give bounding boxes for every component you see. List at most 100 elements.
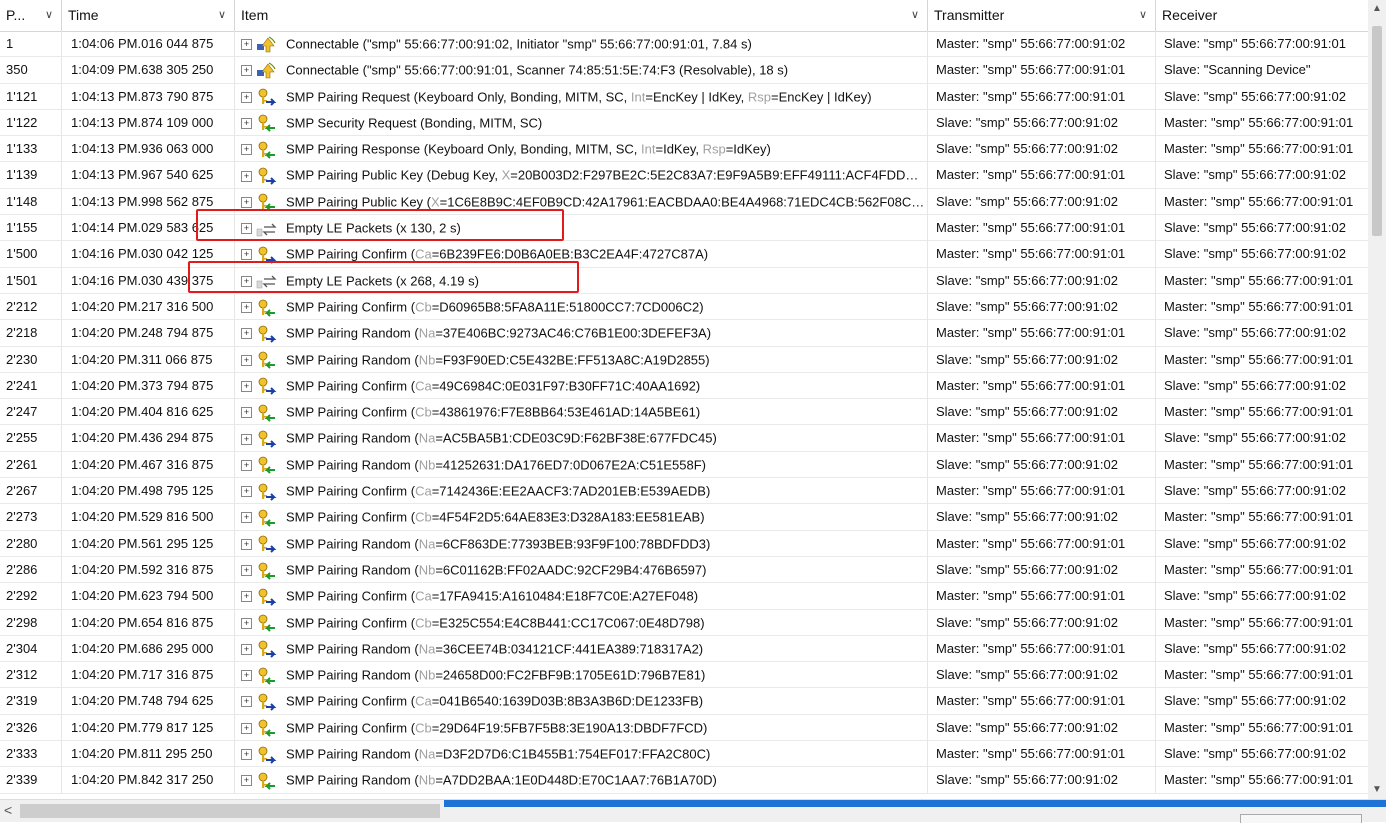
table-row[interactable]: 2'304 1:04:20 PM.686 295 000 + SMP Pairing … [0, 635, 1368, 663]
item-field-label: Nb [418, 457, 436, 473]
expand-icon[interactable]: + [241, 354, 252, 366]
table-row[interactable]: 2'339 1:04:20 PM.842 317 250 + SMP Pairing … [0, 767, 1368, 794]
connect-icon [256, 62, 278, 80]
expand-icon[interactable]: + [241, 459, 252, 471]
status-button[interactable] [1240, 814, 1362, 823]
key-green-icon [256, 114, 278, 133]
item-text-segment: =AC5BA5B1:CDE03C9D:F62BF38E:677FDC45) [435, 431, 717, 447]
expand-icon[interactable]: + [241, 196, 252, 208]
expand-icon[interactable]: + [241, 407, 252, 419]
expand-icon[interactable]: + [241, 643, 252, 655]
item-cell: + SMP Pairing Random (Nb=6C01162B:FF02AAD… [235, 556, 928, 583]
column-header-transmitter[interactable]: Transmitter ∨ [928, 0, 1156, 31]
expand-icon[interactable]: + [241, 512, 252, 524]
column-header-item[interactable]: Item ∨ [235, 0, 928, 31]
transmitter-cell: Master: "smp" 55:66:77:00:91:01 [928, 83, 1156, 110]
expand-icon[interactable]: + [241, 302, 252, 314]
item-cell: + SMP Pairing Request (Keyboard Only, Bon… [235, 83, 928, 110]
expand-icon[interactable]: + [241, 380, 252, 392]
vertical-scroll-thumb[interactable] [1372, 26, 1382, 236]
expand-icon[interactable]: + [241, 144, 252, 156]
expand-icon[interactable]: + [241, 275, 252, 287]
expand-icon[interactable]: + [241, 65, 252, 77]
chevron-down-icon[interactable]: ∨ [911, 0, 919, 31]
table-row[interactable]: 1'501 1:04:16 PM.030 439 375 + Empty LE Pac… [0, 267, 1368, 294]
table-row[interactable]: 2'247 1:04:20 PM.404 816 625 + SMP Pairing … [0, 399, 1368, 426]
item-cell: + SMP Pairing Confirm (Ca=17FA9415:A16104… [235, 583, 928, 610]
chevron-down-icon[interactable]: ∨ [45, 0, 53, 31]
table-row[interactable]: 1'148 1:04:13 PM.998 562 875 + SMP Pairing … [0, 188, 1368, 216]
expand-icon[interactable]: + [241, 433, 252, 445]
time-cell: 1:04:13 PM.998 562 875 [62, 188, 235, 215]
item-text-segment: =29D64F19:5FB7F5B8:3E190A13:DBDF7FCD) [431, 720, 708, 736]
expand-icon[interactable]: + [241, 117, 252, 129]
table-row[interactable]: 1'139 1:04:13 PM.967 540 625 + SMP Pairing … [0, 162, 1368, 189]
table-row[interactable]: 2'298 1:04:20 PM.654 816 875 + SMP Pairing … [0, 609, 1368, 636]
item-text: Empty LE Packets (x 268, 4.19 s) [286, 273, 479, 288]
transmitter-cell: Master: "smp" 55:66:77:00:91:01 [928, 425, 1156, 452]
transmitter-cell: Master: "smp" 55:66:77:00:91:01 [928, 583, 1156, 610]
table-row[interactable]: 2'319 1:04:20 PM.748 794 625 + SMP Pairing … [0, 688, 1368, 715]
table-row[interactable]: 2'312 1:04:20 PM.717 316 875 + SMP Pairing … [0, 662, 1368, 689]
item-text-segment: Connectable ("smp" 55:66:77:00:91:02, In… [286, 36, 752, 52]
horizontal-scroll-thumb[interactable] [20, 804, 440, 818]
table-row[interactable]: 1'122 1:04:13 PM.874 109 000 + SMP Security… [0, 109, 1368, 137]
table-row[interactable]: 2'286 1:04:20 PM.592 316 875 + SMP Pairing … [0, 556, 1368, 584]
item-text: SMP Pairing Random (Nb=6C01162B:FF02AADC… [286, 563, 706, 578]
expand-icon[interactable]: + [241, 328, 252, 340]
item-field-label: Nb [418, 352, 436, 368]
scroll-left-icon[interactable]: < [4, 802, 12, 818]
horizontal-scrollbar[interactable]: < [0, 799, 1386, 823]
expand-icon[interactable]: + [241, 565, 252, 576]
vertical-scrollbar[interactable]: ▲ ▼ [1368, 0, 1386, 799]
expand-icon[interactable]: + [241, 722, 252, 734]
expand-icon[interactable]: + [241, 617, 252, 629]
expand-icon[interactable]: + [241, 170, 252, 182]
column-header-packet[interactable]: P... ∨ [0, 0, 62, 31]
time-cell: 1:04:20 PM.748 794 625 [62, 688, 235, 715]
table-row[interactable]: 2'255 1:04:20 PM.436 294 875 + SMP Pairing … [0, 425, 1368, 452]
expand-icon[interactable]: + [241, 249, 252, 261]
expand-icon[interactable]: + [241, 39, 252, 51]
column-header-time[interactable]: Time ∨ [62, 0, 235, 31]
item-text: SMP Pairing Response (Keyboard Only, Bon… [286, 142, 771, 157]
table-row[interactable]: 2'326 1:04:20 PM.779 817 125 + SMP Pairing … [0, 714, 1368, 742]
table-row[interactable]: 2'273 1:04:20 PM.529 816 500 + SMP Pairing … [0, 504, 1368, 531]
item-field-label: Cb [415, 720, 432, 736]
scroll-up-icon[interactable]: ▲ [1368, 0, 1386, 18]
expand-icon[interactable]: + [241, 591, 252, 603]
item-text-segment: SMP Pairing Confirm ( [286, 615, 416, 631]
table-row[interactable]: 1 1:04:06 PM.016 044 875 + Connectable ("sm… [0, 31, 1368, 58]
table-row[interactable]: 2'261 1:04:20 PM.467 316 875 + SMP Pairing … [0, 451, 1368, 479]
chevron-down-icon[interactable]: ∨ [218, 0, 226, 31]
scroll-down-icon[interactable]: ▼ [1368, 781, 1386, 799]
expand-icon[interactable]: + [241, 775, 252, 787]
chevron-down-icon[interactable]: ∨ [1139, 0, 1147, 31]
table-row[interactable]: 2'230 1:04:20 PM.311 066 875 + SMP Pairing … [0, 346, 1368, 373]
item-field-label: X [501, 168, 511, 184]
table-row[interactable]: 2'280 1:04:20 PM.561 295 125 + SMP Pairing … [0, 530, 1368, 557]
table-row[interactable]: 1'121 1:04:13 PM.873 790 875 + SMP Pairing … [0, 83, 1368, 110]
table-row[interactable]: 350 1:04:09 PM.638 305 250 + Connectable ("… [0, 57, 1368, 84]
table-row[interactable]: 2'267 1:04:20 PM.498 795 125 + SMP Pairing … [0, 478, 1368, 505]
expand-icon[interactable]: + [241, 486, 252, 498]
expand-icon[interactable]: + [241, 223, 252, 235]
expand-icon[interactable]: + [241, 538, 252, 550]
table-row[interactable]: 2'241 1:04:20 PM.373 794 875 + SMP Pairing … [0, 372, 1368, 400]
table-row[interactable]: 1'155 1:04:14 PM.029 583 625 + Empty LE Pac… [0, 215, 1368, 242]
column-header-receiver[interactable]: Receiver [1156, 0, 1368, 31]
expand-icon[interactable]: + [241, 670, 252, 682]
table-row[interactable]: 2'292 1:04:20 PM.623 794 500 + SMP Pairing … [0, 583, 1368, 610]
item-text: SMP Pairing Random (Na=36CEE74B:034121CF… [286, 641, 703, 656]
item-text-segment: =6C01162B:FF02AADC:92CF29B4:476B6597) [435, 562, 707, 578]
expand-icon[interactable]: + [241, 91, 252, 103]
table-row[interactable]: 2'212 1:04:20 PM.217 316 500 + SMP Pairing … [0, 293, 1368, 321]
table-row[interactable]: 1'133 1:04:13 PM.936 063 000 + SMP Pairing … [0, 136, 1368, 163]
table-row[interactable]: 2'333 1:04:20 PM.811 295 250 + SMP Pairing … [0, 741, 1368, 768]
table-row[interactable]: 1'500 1:04:16 PM.030 042 125 + SMP Pairing … [0, 241, 1368, 268]
packet-number-cell: 2'212 [0, 293, 62, 320]
expand-icon[interactable]: + [241, 749, 252, 761]
table-row[interactable]: 2'218 1:04:20 PM.248 794 875 + SMP Pairing … [0, 320, 1368, 347]
packet-list[interactable]: 1 1:04:06 PM.016 044 875 + Connectable ("sm… [0, 31, 1368, 799]
expand-icon[interactable]: + [241, 696, 252, 708]
